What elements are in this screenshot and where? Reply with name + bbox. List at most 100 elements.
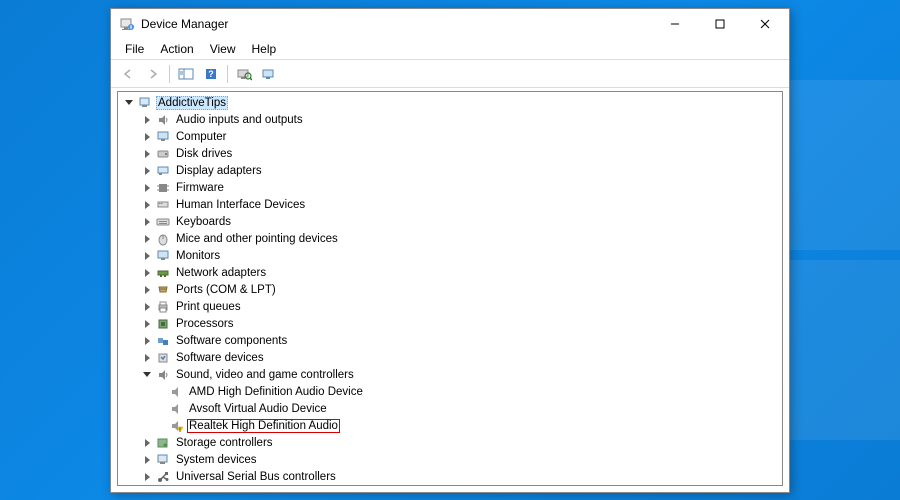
expander-icon[interactable] — [122, 96, 136, 110]
expander-icon[interactable] — [140, 436, 154, 450]
help-button[interactable]: ? — [200, 63, 222, 85]
close-button[interactable] — [742, 10, 787, 38]
monitor-icon — [155, 129, 171, 145]
node-label: Processors — [174, 318, 236, 330]
expander-icon[interactable] — [140, 181, 154, 195]
printer-icon — [155, 299, 171, 315]
node-label: Firmware — [174, 182, 226, 194]
expander-icon[interactable] — [140, 317, 154, 331]
node-label: Software components — [174, 335, 289, 347]
node-label: AMD High Definition Audio Device — [187, 386, 365, 398]
expander-icon[interactable] — [140, 130, 154, 144]
show-hide-tree-button[interactable] — [175, 63, 197, 85]
node-label: Avsoft Virtual Audio Device — [187, 403, 329, 415]
node-label: Monitors — [174, 250, 222, 262]
node-label: Universal Serial Bus controllers — [174, 471, 338, 483]
toolbar-separator — [169, 65, 170, 83]
speaker-warning-icon: ! — [168, 418, 184, 434]
cpu-icon — [155, 316, 171, 332]
chip-icon — [155, 180, 171, 196]
expander-icon[interactable] — [140, 283, 154, 297]
node-label: Software devices — [174, 352, 266, 364]
expander-icon[interactable] — [140, 113, 154, 127]
component-icon — [155, 333, 171, 349]
node-label: System devices — [174, 454, 259, 466]
tree-leaf-realtek-audio[interactable]: ! Realtek High Definition Audio — [118, 417, 782, 434]
expander-icon[interactable] — [140, 453, 154, 467]
menu-action[interactable]: Action — [152, 41, 201, 57]
tree-node-audio-io[interactable]: Audio inputs and outputs — [118, 111, 782, 128]
menu-view[interactable]: View — [202, 41, 244, 57]
device-tree[interactable]: AddictiveTips Audio inputs and outputs C… — [117, 91, 783, 486]
tree-node-ports[interactable]: Ports (COM & LPT) — [118, 281, 782, 298]
expander-icon[interactable] — [140, 334, 154, 348]
speaker-icon — [155, 367, 171, 383]
tree-node-software-components[interactable]: Software components — [118, 332, 782, 349]
tree-node-disk[interactable]: Disk drives — [118, 145, 782, 162]
expander-icon[interactable] — [140, 300, 154, 314]
show-devices-button[interactable] — [258, 63, 280, 85]
node-label: Mice and other pointing devices — [174, 233, 340, 245]
maximize-button[interactable] — [697, 10, 742, 38]
menubar: File Action View Help — [111, 39, 789, 60]
tree-node-software-devices[interactable]: Software devices — [118, 349, 782, 366]
minimize-button[interactable] — [652, 10, 697, 38]
expander-icon[interactable] — [140, 351, 154, 365]
titlebar[interactable]: Device Manager — [111, 9, 789, 39]
mouse-icon — [155, 231, 171, 247]
node-label: Storage controllers — [174, 437, 275, 449]
device-manager-icon — [119, 16, 135, 32]
tree-node-storage[interactable]: Storage controllers — [118, 434, 782, 451]
expander-icon[interactable] — [140, 198, 154, 212]
menu-help[interactable]: Help — [244, 41, 285, 57]
expander-icon[interactable] — [140, 368, 154, 382]
window-title: Device Manager — [141, 17, 652, 31]
node-label: Ports (COM & LPT) — [174, 284, 278, 296]
toolbar-separator — [227, 65, 228, 83]
node-label: Network adapters — [174, 267, 268, 279]
display-adapter-icon — [155, 163, 171, 179]
tree-leaf-avsoft-audio[interactable]: Avsoft Virtual Audio Device — [118, 400, 782, 417]
expander-icon[interactable] — [140, 470, 154, 484]
tree-node-display[interactable]: Display adapters — [118, 162, 782, 179]
software-device-icon — [155, 350, 171, 366]
speaker-icon — [155, 112, 171, 128]
back-button[interactable] — [117, 63, 139, 85]
scan-hardware-button[interactable] — [233, 63, 255, 85]
expander-icon[interactable] — [140, 249, 154, 263]
tree-node-keyboards[interactable]: Keyboards — [118, 213, 782, 230]
storage-icon — [155, 435, 171, 451]
tree-node-mice[interactable]: Mice and other pointing devices — [118, 230, 782, 247]
expander-icon[interactable] — [140, 215, 154, 229]
expander-icon[interactable] — [140, 266, 154, 280]
computer-icon — [137, 95, 153, 111]
tree-node-print[interactable]: Print queues — [118, 298, 782, 315]
tree-leaf-amd-audio[interactable]: AMD High Definition Audio Device — [118, 383, 782, 400]
tree-node-network[interactable]: Network adapters — [118, 264, 782, 281]
expander-icon[interactable] — [140, 164, 154, 178]
tree-node-hid[interactable]: Human Interface Devices — [118, 196, 782, 213]
tree-node-firmware[interactable]: Firmware — [118, 179, 782, 196]
tree-node-computer[interactable]: Computer — [118, 128, 782, 145]
toolbar: ? — [111, 60, 789, 88]
node-label: Realtek High Definition Audio — [187, 419, 340, 433]
hid-icon — [155, 197, 171, 213]
menu-file[interactable]: File — [117, 41, 152, 57]
node-label: AddictiveTips — [156, 96, 228, 110]
node-label: Audio inputs and outputs — [174, 114, 305, 126]
tree-node-processors[interactable]: Processors — [118, 315, 782, 332]
forward-button[interactable] — [142, 63, 164, 85]
tree-node-monitors[interactable]: Monitors — [118, 247, 782, 264]
tree-node-usb[interactable]: Universal Serial Bus controllers — [118, 468, 782, 485]
node-label: Display adapters — [174, 165, 264, 177]
disk-icon — [155, 146, 171, 162]
expander-icon[interactable] — [140, 232, 154, 246]
speaker-icon — [168, 384, 184, 400]
monitor-icon — [155, 248, 171, 264]
tree-node-system[interactable]: System devices — [118, 451, 782, 468]
node-label: Sound, video and game controllers — [174, 369, 356, 381]
tree-node-sound[interactable]: Sound, video and game controllers — [118, 366, 782, 383]
expander-icon[interactable] — [140, 147, 154, 161]
tree-root[interactable]: AddictiveTips — [118, 94, 782, 111]
device-manager-window: Device Manager File Action View Help ? A… — [110, 8, 790, 493]
